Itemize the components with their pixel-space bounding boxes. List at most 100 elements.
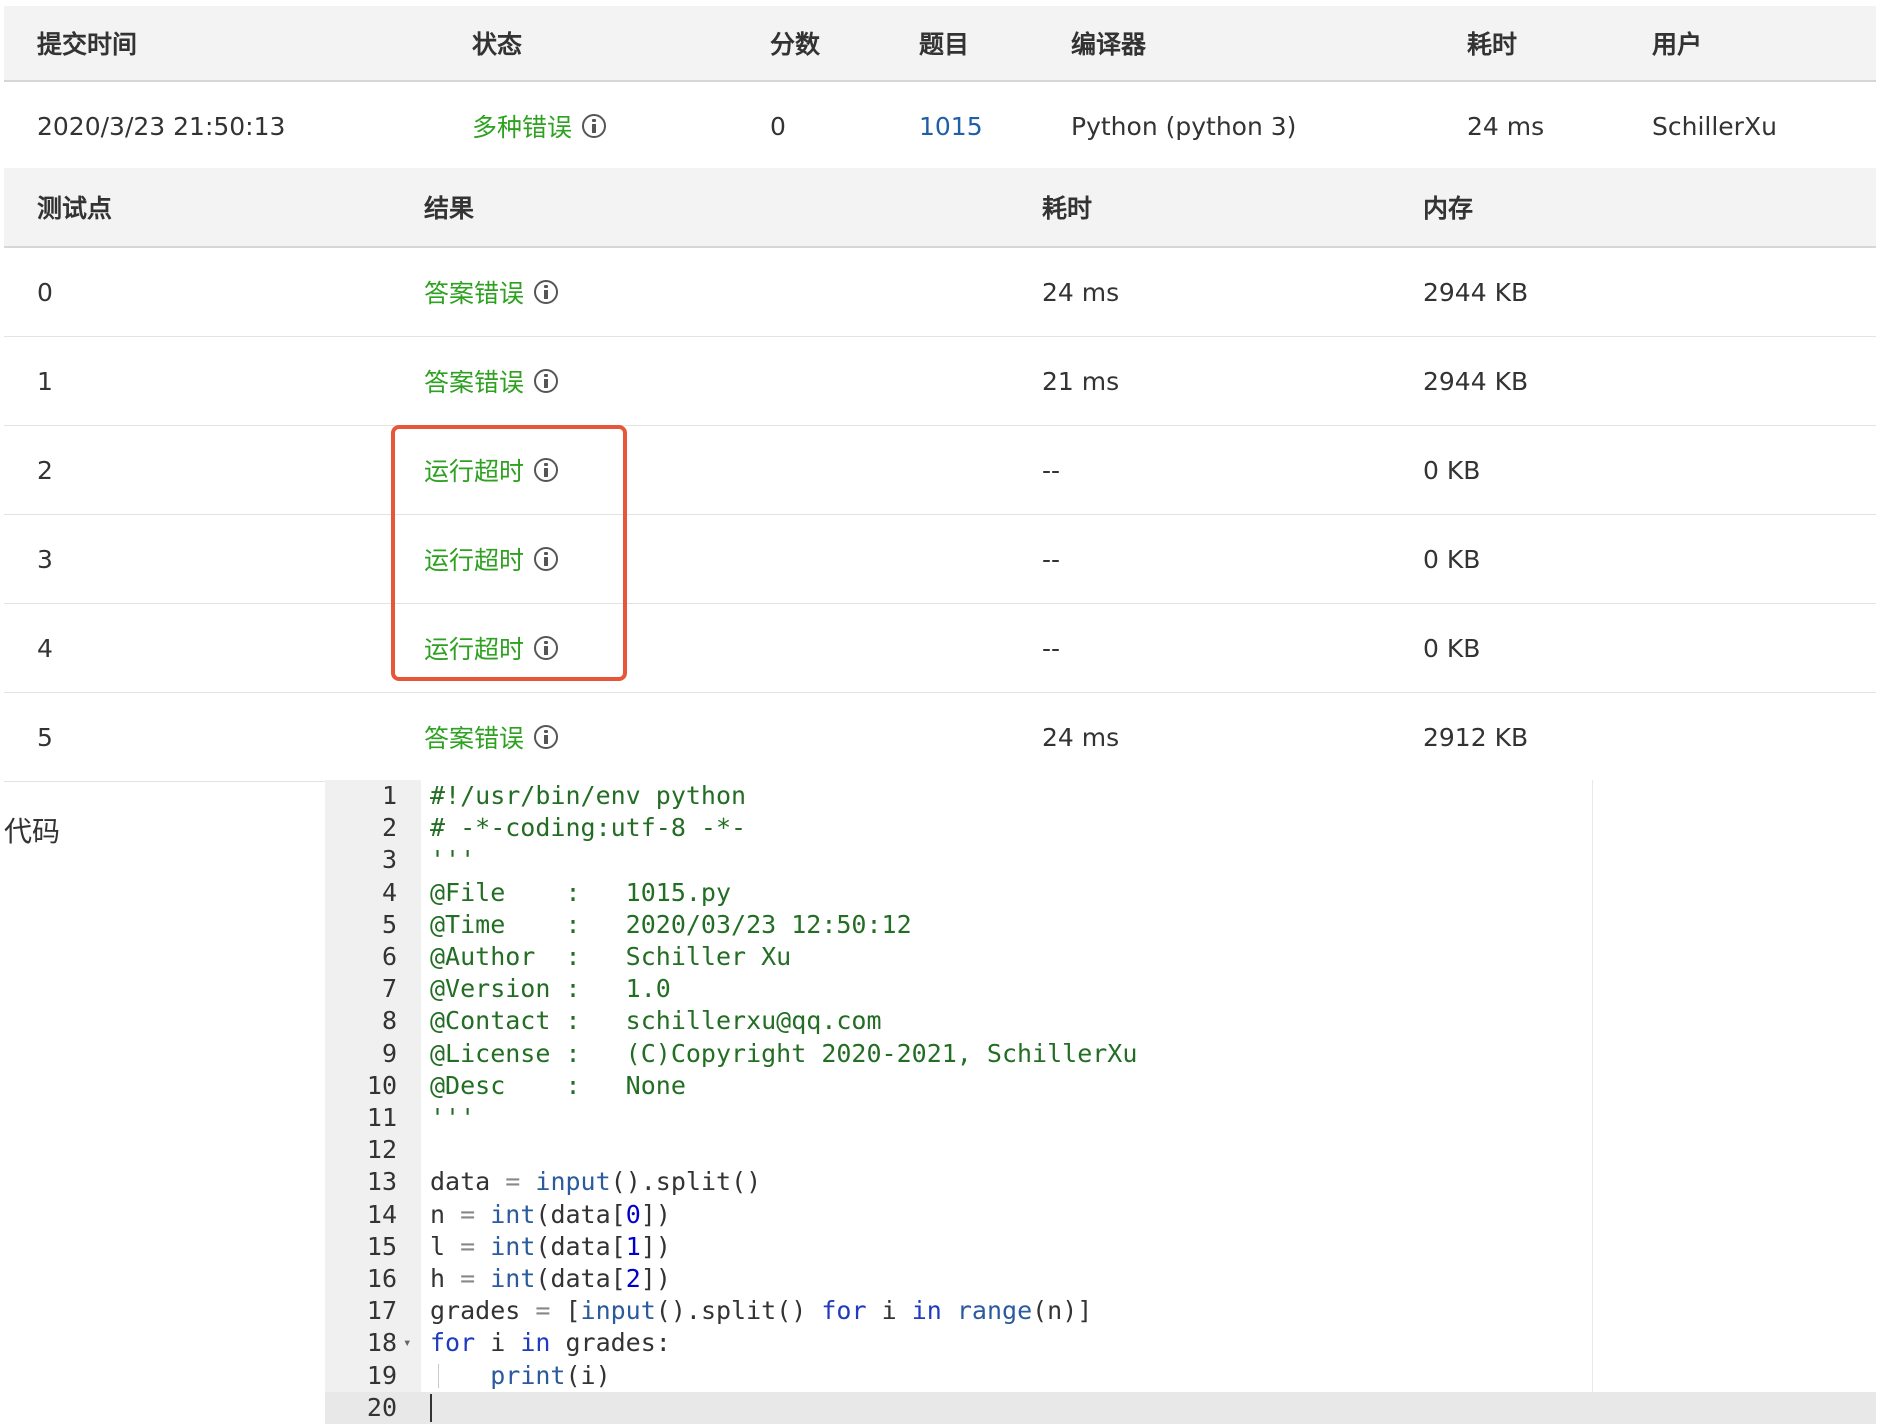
info-icon[interactable] <box>534 369 559 393</box>
code-line[interactable]: 12 <box>325 1134 1876 1166</box>
code-line[interactable]: 15 l = int(data[1]) <box>325 1231 1876 1263</box>
score: 0 <box>770 111 786 141</box>
header-time: 耗时 <box>1042 194 1093 223</box>
code-text: @Author : Schiller Xu <box>430 942 792 971</box>
header-test-id: 测试点 <box>37 194 113 223</box>
test-memory: 2944 KB <box>1423 277 1529 307</box>
code-line[interactable]: 10 @Desc : None <box>325 1070 1876 1102</box>
test-rows: 0 答案错误 24 ms 2944 KB 1 答案错误 21 ms 2944 KB 2 运行超时 -… <box>4 248 1876 782</box>
test-case-table: 测试点 结果 耗时 内存 0 答案错误 24 ms 2944 KB 1 答案错误 21 ms… <box>4 168 1876 782</box>
test-result[interactable]: 运行超时 <box>424 604 559 692</box>
test-result-label[interactable]: 答案错误 <box>424 363 524 399</box>
submit-time: 2020/3/23 21:50:13 <box>37 111 286 141</box>
test-row: 1 答案错误 21 ms 2944 KB <box>4 337 1876 426</box>
test-result-label[interactable]: 运行超时 <box>424 541 524 577</box>
header-user: 用户 <box>1652 30 1703 59</box>
problem-link[interactable]: 1015 <box>919 82 983 170</box>
info-icon[interactable] <box>582 114 607 138</box>
test-result-label[interactable]: 运行超时 <box>424 630 524 666</box>
submission-status[interactable]: 多种错误 <box>472 82 607 170</box>
test-row: 0 答案错误 24 ms 2944 KB <box>4 248 1876 337</box>
code-line[interactable]: 2 # -*-coding:utf-8 -*- <box>325 812 1876 844</box>
code-line[interactable]: 18 ▾ for i in grades: <box>325 1327 1876 1359</box>
line-number: 12 <box>366 1135 397 1165</box>
header-score: 分数 <box>770 30 821 59</box>
submission-status-label[interactable]: 多种错误 <box>472 108 572 144</box>
header-submit-time: 提交时间 <box>37 30 138 59</box>
test-result-label[interactable]: 答案错误 <box>424 719 524 755</box>
info-icon[interactable] <box>534 280 559 304</box>
test-row: 5 答案错误 24 ms 2912 KB <box>4 693 1876 782</box>
code-line[interactable]: 1 #!/usr/bin/env python <box>325 780 1876 812</box>
test-result-label[interactable]: 运行超时 <box>424 452 524 488</box>
test-result[interactable]: 答案错误 <box>424 248 559 336</box>
submission-row: 2020/3/23 21:50:13 多种错误 0 1015 Python (p… <box>4 82 1876 171</box>
header-result: 结果 <box>424 194 475 223</box>
text-cursor <box>430 1393 432 1422</box>
test-result[interactable]: 运行超时 <box>424 426 559 514</box>
code-line[interactable]: 9 @License : (C)Copyright 2020-2021, Schi… <box>325 1038 1876 1070</box>
code-text: l = int(data[1]) <box>430 1231 671 1261</box>
line-number: 9 <box>381 1038 397 1068</box>
test-id: 5 <box>37 722 53 752</box>
code-line[interactable]: 14 n = int(data[0]) <box>325 1199 1876 1231</box>
header-compiler: 编译器 <box>1071 30 1147 59</box>
code-line[interactable]: 13 data = input().split() <box>325 1166 1876 1198</box>
test-result[interactable]: 运行超时 <box>424 515 559 603</box>
fold-arrow-icon[interactable]: ▾ <box>403 1327 411 1359</box>
test-row: 2 运行超时 -- 0 KB <box>4 426 1876 515</box>
code-line[interactable]: 16 h = int(data[2]) <box>325 1263 1876 1295</box>
test-result[interactable]: 答案错误 <box>424 693 559 781</box>
code-line[interactable]: 17 grades = [input().split() for i in ran… <box>325 1295 1876 1327</box>
code-text: # -*-coding:utf-8 -*- <box>430 813 747 843</box>
code-line[interactable]: 5 @Time : 2020/03/23 12:50:12 <box>325 909 1876 941</box>
test-time: 24 ms <box>1042 277 1120 307</box>
line-number: 11 <box>366 1103 397 1132</box>
header-memory: 内存 <box>1423 194 1474 223</box>
line-number: 16 <box>366 1264 397 1293</box>
code-text: #!/usr/bin/env python <box>430 781 747 810</box>
test-id: 2 <box>37 455 53 485</box>
line-number: 17 <box>366 1296 397 1326</box>
code-label: 代码 <box>4 815 61 848</box>
submission-table: 提交时间 状态 分数 题目 编译器 耗时 用户 2020/3/23 21:50:… <box>4 6 1876 171</box>
code-text: data = input().split() <box>430 1167 762 1197</box>
code-text: @Time : 2020/03/23 12:50:12 <box>430 909 912 939</box>
info-icon[interactable] <box>534 636 559 660</box>
code-line[interactable]: 4 @File : 1015.py <box>325 877 1876 909</box>
code-line[interactable]: 11 ''' <box>325 1102 1876 1134</box>
code-line[interactable]: 3 ''' <box>325 844 1876 876</box>
info-icon[interactable] <box>534 547 559 571</box>
test-row: 4 运行超时 -- 0 KB <box>4 604 1876 693</box>
test-time: -- <box>1042 455 1061 485</box>
line-number: 6 <box>381 942 397 971</box>
code-editor[interactable]: 1 #!/usr/bin/env python 2 # -*-coding:utf-8… <box>325 780 1876 1424</box>
test-result[interactable]: 答案错误 <box>424 337 559 425</box>
header-status: 状态 <box>472 30 523 59</box>
code-line[interactable]: 7 @Version : 1.0 <box>325 973 1876 1005</box>
code-line[interactable]: 20 <box>325 1391 1876 1424</box>
header-problem: 题目 <box>919 30 970 59</box>
test-memory: 0 KB <box>1423 544 1481 574</box>
compiler: Python (python 3) <box>1071 111 1297 141</box>
line-number: 4 <box>381 877 397 907</box>
test-result-label[interactable]: 答案错误 <box>424 274 524 310</box>
header-elapsed: 耗时 <box>1467 30 1518 59</box>
line-number: 19 <box>366 1360 397 1390</box>
test-id: 1 <box>37 366 53 396</box>
code-text: print(i) <box>490 1360 611 1390</box>
code-text: @Desc : None <box>430 1070 686 1100</box>
line-number: 1 <box>381 781 397 810</box>
code-text: @License : (C)Copyright 2020-2021, Schil… <box>430 1038 1138 1068</box>
test-id: 0 <box>37 277 53 307</box>
code-line[interactable]: 8 @Contact : schillerxu@qq.com <box>325 1005 1876 1037</box>
info-icon[interactable] <box>534 725 559 749</box>
code-line[interactable]: 19 print(i) <box>325 1360 1876 1392</box>
info-icon[interactable] <box>534 458 559 482</box>
code-text: n = int(data[0]) <box>430 1199 671 1229</box>
code-text: @Contact : schillerxu@qq.com <box>430 1006 882 1036</box>
code-text: for i in grades: <box>430 1328 671 1358</box>
code-text: @Version : 1.0 <box>430 974 671 1004</box>
code-line[interactable]: 6 @Author : Schiller Xu <box>325 941 1876 973</box>
line-number: 8 <box>381 1006 397 1036</box>
